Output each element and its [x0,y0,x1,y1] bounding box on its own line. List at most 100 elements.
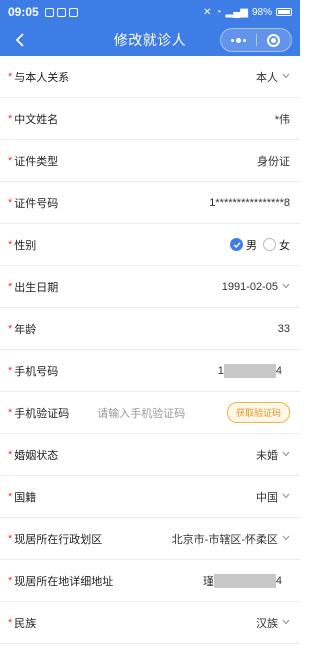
field-label: 出生日期 [14,281,59,294]
field-name: * 中文姓名 *伟 [0,98,300,140]
field-ethnicity[interactable]: * 民族 汉族 [0,602,300,644]
field-value: 北京市-市辖区-怀柔区 [171,533,278,546]
address-prefix: 瑾 [202,575,214,588]
radio-label: 女 [279,239,290,252]
close-circle-icon [267,33,281,47]
field-age: * 年龄 33 [0,308,300,350]
field-label: 民族 [14,617,37,630]
required-mark: * [8,196,13,209]
field-value: 中国 [256,491,278,504]
signal-icon: ▂▄▆ [225,6,248,18]
required-mark: * [8,406,13,419]
required-mark: * [8,238,13,251]
ethnicity-select[interactable]: 汉族 [256,615,290,631]
address-suffix: 4 [275,574,282,587]
radio-unchecked-icon [263,238,276,251]
mute-icon: ✕ [203,6,212,18]
field-gender: * 性别 男 女 [0,224,300,266]
field-relation[interactable]: * 与本人关系 本人 [0,56,300,98]
image-icon [44,7,54,17]
relation-select[interactable]: 本人 [256,69,290,85]
field-label: 现居所在行政划区 [14,533,103,546]
chevron-down-icon [282,493,290,501]
radio-checked-icon [230,238,243,251]
status-right: ✕ ◔ ▂▄▆ 98% [203,7,292,18]
message-icon [56,7,66,17]
field-label: 性别 [14,239,37,252]
notification-icons [44,7,78,17]
field-marital[interactable]: * 婚姻状态 未婚 [0,434,300,476]
nationality-select[interactable]: 中国 [256,489,290,505]
more-dot-icon [243,38,246,42]
redacted-block [223,363,276,378]
field-value: 未婚 [256,449,278,462]
radio-label: 男 [246,239,257,252]
field-label: 证件号码 [14,197,59,210]
redacted-block [213,573,276,588]
required-mark: * [8,616,13,629]
field-label: 证件类型 [14,155,59,168]
more-dot-icon [236,37,241,43]
gender-radio-male[interactable]: 男 [230,237,257,253]
field-label: 手机号码 [14,365,59,378]
required-mark: * [8,532,13,545]
required-mark: * [8,70,13,83]
get-code-button[interactable]: 获取验证码 [226,402,290,423]
address-input[interactable]: 瑾 4 [203,573,282,589]
field-label: 手机验证码 [14,407,70,420]
close-button[interactable] [257,33,291,47]
required-mark: * [8,490,13,503]
field-id-number: * 证件号码 1****************8 [0,182,300,224]
field-address[interactable]: * 现居所在地详细地址 瑾 4 [0,560,300,602]
phone-input[interactable]: 1 4 [218,363,282,378]
required-mark: * [8,280,13,293]
district-select[interactable]: 北京市-市辖区-怀柔区 [172,531,290,547]
nav-bar: 修改就诊人 [0,24,300,56]
field-label: 国籍 [14,491,37,504]
phone-suffix: 4 [275,364,282,377]
field-id-type: * 证件类型 身份证 [0,140,300,182]
gender-radio-female[interactable]: 女 [263,237,290,253]
field-value: 1****************8 [209,196,290,209]
field-value: 本人 [256,71,278,84]
field-value: 1991-02-05 [221,280,278,293]
chevron-down-icon [282,451,290,459]
field-value: 汉族 [256,617,278,630]
birthdate-picker[interactable]: 1991-02-05 [222,281,290,293]
field-value: 身份证 [257,155,290,168]
chevron-down-icon [282,619,290,627]
sms-code-input[interactable]: 请输入手机验证码 [97,405,185,421]
field-label: 年龄 [14,323,37,336]
field-district[interactable]: * 现居所在行政划区 北京市-市辖区-怀柔区 [0,518,300,560]
gender-radio-group: 男 女 [230,237,290,253]
field-sms-code: * 手机验证码 请输入手机验证码 获取验证码 [0,392,300,434]
required-mark: * [8,322,13,335]
chevron-down-icon [282,535,290,543]
more-dot-icon [231,38,234,42]
required-mark: * [8,154,13,167]
status-time: 09:05 [8,5,39,19]
field-label: 婚姻状态 [14,449,59,462]
status-bar: 09:05 ✕ ◔ ▂▄▆ 98% [0,0,300,24]
mini-program-capsule [220,28,292,52]
field-label: 中文姓名 [14,113,59,126]
battery-percent: 98% [251,6,272,18]
more-button[interactable] [221,37,256,43]
battery-icon [276,8,292,16]
field-label: 与本人关系 [14,71,70,84]
field-nationality[interactable]: * 国籍 中国 [0,476,300,518]
field-value: 33 [277,322,290,335]
marital-select[interactable]: 未婚 [256,447,290,463]
field-phone[interactable]: * 手机号码 1 4 [0,350,300,392]
wifi-icon: ◔ [215,6,222,18]
chevron-down-icon [282,73,290,81]
patient-form: * 与本人关系 本人 * 中文姓名 *伟 * 证件类型 身份证 * 证件号码 1… [0,56,300,644]
required-mark: * [8,112,13,125]
required-mark: * [8,574,13,587]
required-mark: * [8,448,13,461]
chevron-down-icon [282,283,290,291]
required-mark: * [8,364,13,377]
field-label: 现居所在地详细地址 [14,575,114,588]
field-birthdate[interactable]: * 出生日期 1991-02-05 [0,266,300,308]
app-icon [68,7,78,17]
